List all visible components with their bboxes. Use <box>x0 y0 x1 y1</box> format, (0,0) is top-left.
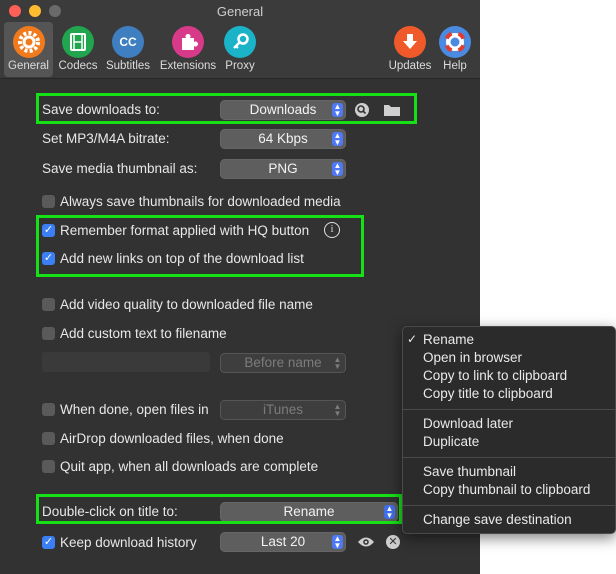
custom-text-position-popup[interactable]: Before name ▲ ▼ <box>220 353 346 373</box>
chevron-updown-icon: ▲ ▼ <box>333 402 342 418</box>
gear-icon <box>12 26 45 58</box>
tab-proxy-label: Proxy <box>225 60 255 72</box>
quit-app-checkbox[interactable] <box>42 460 55 473</box>
history-count-popup[interactable]: Last 20 ▲ ▼ <box>220 532 346 552</box>
toolbar: General General Codecs CC Subtitles Exte… <box>0 0 480 79</box>
when-done-open-label: When done, open files in <box>60 402 209 417</box>
checkmark-icon: ✓ <box>407 332 418 346</box>
menu-separator <box>403 505 615 506</box>
tab-codecs-label: Codecs <box>58 60 98 72</box>
menu-item-open-browser[interactable]: Open in browser <box>423 350 522 365</box>
key-icon <box>224 26 256 58</box>
menu-item-duplicate[interactable]: Duplicate <box>423 434 479 449</box>
thumbnail-format-popup[interactable]: PNG ▲ ▼ <box>220 159 346 179</box>
tab-codecs[interactable]: Codecs <box>56 22 100 77</box>
film-icon <box>62 26 94 58</box>
open-files-in-value: iTunes <box>262 402 304 417</box>
keep-history-label: Keep download history <box>60 535 197 550</box>
thumbnail-format-value: PNG <box>268 161 298 176</box>
tab-subtitles[interactable]: CC Subtitles <box>103 22 153 77</box>
tab-extensions[interactable]: Extensions <box>158 22 218 77</box>
chevron-updown-icon: ▲ ▼ <box>332 131 343 147</box>
open-files-in-popup[interactable]: iTunes ▲ ▼ <box>220 400 346 420</box>
tab-updates[interactable]: Updates <box>386 22 434 77</box>
bitrate-label: Set MP3/M4A bitrate: <box>42 131 170 146</box>
menu-item-save-thumbnail[interactable]: Save thumbnail <box>423 464 516 479</box>
menu-item-change-destination[interactable]: Change save destination <box>423 512 572 527</box>
lifebuoy-icon <box>439 26 471 58</box>
tab-help-label: Help <box>443 60 467 72</box>
airdrop-checkbox[interactable] <box>42 432 55 445</box>
menu-separator <box>403 457 615 458</box>
double-click-action-menu: ✓ Rename Open in browser Copy to link to… <box>402 326 616 534</box>
chevron-updown-icon: ▲ ▼ <box>332 161 343 177</box>
always-save-thumbnails-label: Always save thumbnails for downloaded me… <box>60 194 341 209</box>
add-custom-text-checkbox[interactable] <box>42 327 55 340</box>
bitrate-popup[interactable]: 64 Kbps ▲ ▼ <box>220 129 346 149</box>
cc-icon: CC <box>112 26 144 58</box>
menu-item-download-later[interactable]: Download later <box>423 416 513 431</box>
history-count-value: Last 20 <box>260 534 306 549</box>
window-title: General <box>216 4 264 19</box>
keep-history-checkbox[interactable]: ✓ <box>42 536 55 549</box>
highlight-double-click <box>36 494 402 524</box>
chevron-updown-icon: ▲ ▼ <box>332 534 343 550</box>
tab-updates-label: Updates <box>388 60 432 72</box>
custom-text-input[interactable] <box>42 352 210 372</box>
menu-item-copy-title[interactable]: Copy title to clipboard <box>423 386 553 401</box>
add-custom-text-label: Add custom text to filename <box>60 326 227 341</box>
menu-item-rename[interactable]: Rename <box>423 332 474 347</box>
tab-extensions-label: Extensions <box>159 60 217 72</box>
thumbnail-format-label: Save media thumbnail as: <box>42 161 198 176</box>
add-quality-checkbox[interactable] <box>42 298 55 311</box>
clear-history-icon[interactable]: ✕ <box>386 535 400 549</box>
menu-separator <box>403 409 615 410</box>
eye-icon[interactable] <box>357 535 375 554</box>
download-arrow-icon <box>394 26 426 58</box>
menu-item-copy-thumbnail[interactable]: Copy thumbnail to clipboard <box>423 482 590 497</box>
puzzle-icon <box>172 26 204 58</box>
chevron-updown-icon: ▲ ▼ <box>333 355 342 371</box>
cc-icon-text: CC <box>119 35 137 49</box>
menu-item-copy-link[interactable]: Copy to link to clipboard <box>423 368 567 383</box>
tab-proxy[interactable]: Proxy <box>222 22 258 77</box>
tab-subtitles-label: Subtitles <box>105 60 151 72</box>
airdrop-label: AirDrop downloaded files, when done <box>60 431 284 446</box>
bitrate-value: 64 Kbps <box>258 131 308 146</box>
quit-app-label: Quit app, when all downloads are complet… <box>60 459 319 474</box>
tab-help[interactable]: Help <box>438 22 472 77</box>
highlight-hq-options <box>36 215 364 277</box>
add-quality-label: Add video quality to downloaded file nam… <box>60 297 313 312</box>
always-save-thumbnails-checkbox[interactable] <box>42 195 55 208</box>
when-done-open-checkbox[interactable] <box>42 403 55 416</box>
tab-general[interactable]: General <box>4 22 53 77</box>
tab-general-label: General <box>8 60 49 72</box>
highlight-save-downloads <box>36 93 417 124</box>
custom-text-position-value: Before name <box>244 355 322 370</box>
